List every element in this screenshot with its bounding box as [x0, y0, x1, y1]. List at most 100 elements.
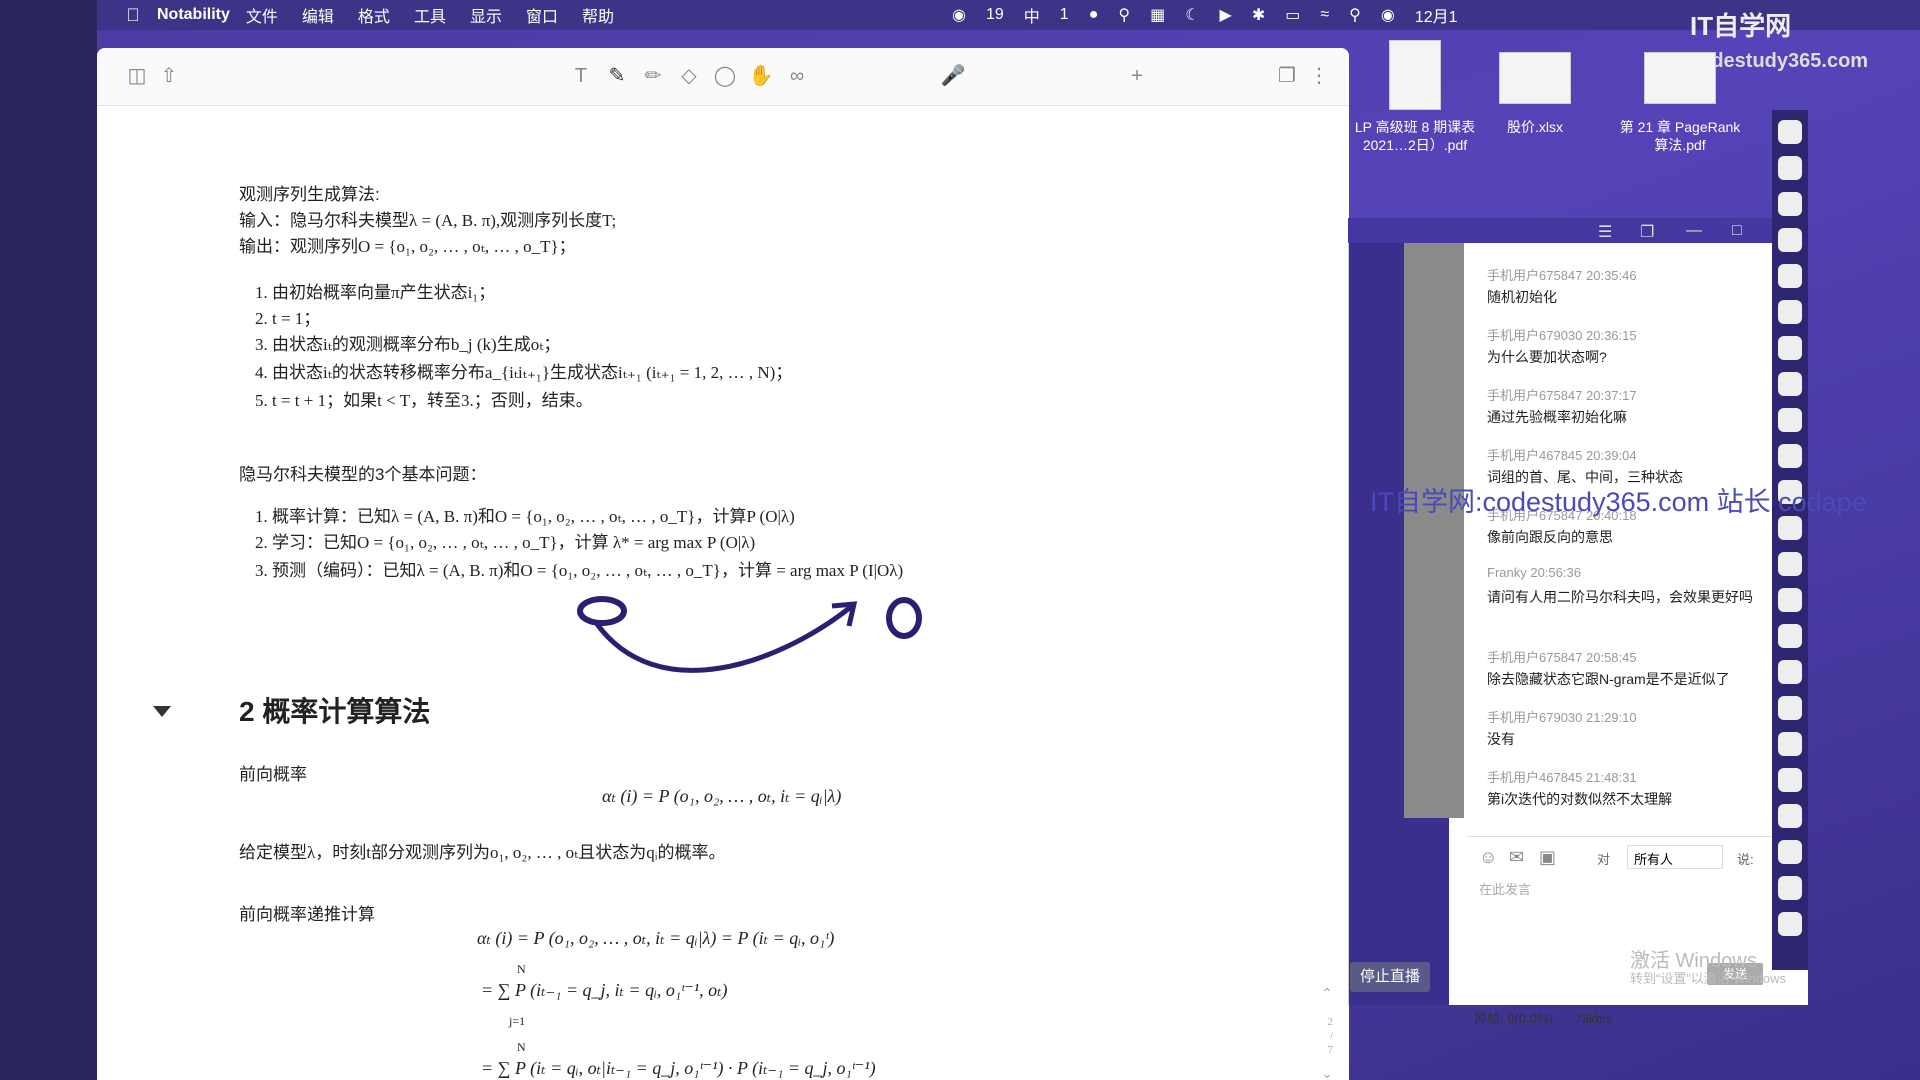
dock-app-icon[interactable] [1778, 876, 1802, 900]
dock-app-icon[interactable] [1778, 228, 1802, 252]
menu-edit[interactable]: 编辑 [302, 3, 334, 27]
spotlight-icon[interactable]: ⚲ [1349, 5, 1361, 25]
dock-app-icon[interactable] [1778, 408, 1802, 432]
ime-indicator[interactable]: 中 [1024, 3, 1040, 27]
pages-icon[interactable]: ❐ [1273, 62, 1301, 90]
dock-app-icon[interactable] [1778, 372, 1802, 396]
maximize-icon[interactable]: □ [1732, 222, 1742, 240]
dock-app-icon[interactable] [1778, 840, 1802, 864]
dock-app-icon[interactable] [1778, 732, 1802, 756]
scroll-down-icon[interactable]: ⌄ [1321, 1066, 1333, 1080]
bluetooth-icon[interactable]: ✱ [1252, 5, 1265, 25]
menu-help[interactable]: 帮助 [582, 3, 614, 27]
dock-app-icon[interactable] [1778, 336, 1802, 360]
menu-window[interactable]: 窗口 [526, 3, 558, 27]
watermark-overlay: IT自学网:codestudy365.com 站长 codape [1370, 487, 1867, 517]
note-page[interactable]: 观测序列生成算法: 输入：隐马尔科夫模型λ = (A, B. π),观测序列长度… [97, 106, 1349, 1080]
eraser-icon[interactable]: ◇ [675, 62, 703, 90]
chat-messages[interactable]: 手机用户675847 20:35:46 随机初始化 手机用户679030 20:… [1467, 243, 1797, 823]
sidebar-toggle-icon[interactable]: ◫ [123, 62, 151, 90]
activation-subtitle: 转到“设置”以激活 Windows [1630, 971, 1787, 986]
say-label: 说: [1737, 852, 1754, 867]
dock-app-icon[interactable] [1778, 804, 1802, 828]
chat-user: 手机用户679030 21:29:10 [1487, 710, 1637, 725]
menu-file[interactable]: 文件 [246, 3, 278, 27]
dock-app-icon[interactable] [1778, 120, 1802, 144]
chat-text: 第i次迭代的对数似然不太理解 [1487, 791, 1673, 807]
moon-icon[interactable]: ☾ [1185, 5, 1199, 25]
pen-tool-icon[interactable]: ✎ [603, 62, 631, 90]
chat-user: 手机用户675847 20:37:17 [1487, 388, 1637, 403]
add-icon[interactable]: + [1123, 62, 1151, 90]
restore-icon[interactable]: ❐ [1640, 222, 1654, 242]
emoji-icon[interactable]: ☺ [1479, 847, 1497, 868]
chat-input[interactable]: 在此发言 [1479, 879, 1531, 898]
comment-icon[interactable]: ✉ [1509, 847, 1524, 868]
menu-format[interactable]: 格式 [358, 3, 390, 27]
dock-app-icon[interactable] [1778, 768, 1802, 792]
image-icon[interactable]: ▣ [1539, 847, 1556, 868]
app-status-icon[interactable]: ● [1089, 6, 1099, 24]
problem-3: 3. 预测（编码）：已知λ = (A, B. π)和O = {o₁, o₂, …… [255, 561, 904, 580]
ink-arrowhead [831, 601, 858, 627]
apple-icon[interactable]:  [115, 5, 151, 26]
battery-icon[interactable]: ▭ [1285, 5, 1300, 25]
bitrate: 73kb/s [1574, 1011, 1613, 1026]
search-status-icon[interactable]: ⚲ [1118, 5, 1130, 25]
wechat-icon[interactable]: ◉ [952, 5, 966, 25]
chat-user: Franky 20:56:36 [1487, 565, 1581, 580]
recursion-label: 前向概率递推计算 [239, 905, 375, 924]
text-tool-icon[interactable]: T [567, 62, 595, 90]
chat-user: 手机用户679030 20:36:15 [1487, 328, 1637, 343]
forward-prob-equation: αₜ (i) = P (o₁, o₂, … , oₜ, iₜ = qᵢ|λ) [602, 786, 842, 806]
chat-user: 手机用户675847 20:35:46 [1487, 268, 1637, 283]
dock-app-icon[interactable] [1778, 696, 1802, 720]
lasso-icon[interactable]: ◯ [711, 62, 739, 90]
scroll-up-icon[interactable]: ⌃ [1321, 986, 1333, 1003]
dock-app-icon[interactable] [1778, 264, 1802, 288]
highlighter-icon[interactable]: ✏ [639, 62, 667, 90]
stop-live-button[interactable]: 停止直播 [1350, 962, 1430, 992]
desktop-file[interactable]: 第 21 章 PageRank 算法.pdf [1605, 40, 1755, 154]
minimize-icon[interactable]: — [1686, 222, 1702, 240]
page-total: 7 [1327, 1044, 1334, 1056]
pdf-thumbnail [1389, 40, 1441, 110]
menu-tools[interactable]: 工具 [414, 3, 446, 27]
dock-app-icon[interactable] [1778, 588, 1802, 612]
play-icon[interactable]: ▶ [1220, 5, 1232, 25]
ink-arrow [594, 604, 854, 673]
date: 12月1 [1414, 9, 1458, 26]
control-center-icon[interactable]: ◉ [1381, 5, 1395, 25]
collapse-triangle-icon[interactable] [153, 706, 171, 717]
link-icon[interactable]: ∞ [783, 62, 811, 90]
dock-app-icon[interactable] [1778, 660, 1802, 684]
dock-app-icon[interactable] [1778, 156, 1802, 180]
chat-text: 随机初始化 [1487, 289, 1557, 305]
dock-app-icon[interactable] [1778, 300, 1802, 324]
app-name[interactable]: Notability [157, 6, 230, 24]
menu-view[interactable]: 显示 [470, 3, 502, 27]
chat-text: 通过先验概率初始化嘛 [1487, 409, 1627, 425]
page-separator: / [1329, 1030, 1333, 1042]
menu-icon[interactable]: ☰ [1598, 222, 1612, 242]
microphone-icon[interactable]: 🎤 [939, 62, 967, 90]
problems-title: 隐马尔科夫模型的3个基本问题： [239, 465, 487, 484]
share-icon[interactable]: ⇧ [155, 62, 183, 90]
equation-line-2: = ∑ P (iₜ₋₁ = q_j, iₜ = qᵢ, o₁ᵗ⁻¹, oₜ) [481, 980, 728, 1000]
equation-line-3: = ∑ P (iₜ = qᵢ, oₜ|iₜ₋₁ = q_j, o₁ᵗ⁻¹) · … [481, 1058, 876, 1078]
dock-app-icon[interactable] [1778, 912, 1802, 936]
grid-icon[interactable]: ▦ [1150, 5, 1165, 25]
more-icon[interactable]: ⋮ [1305, 62, 1333, 90]
desktop-file[interactable]: 股价.xlsx [1460, 40, 1610, 136]
wifi-icon[interactable]: ≈ [1320, 6, 1329, 24]
dock-app-icon[interactable] [1778, 192, 1802, 216]
left-edge [0, 0, 97, 1080]
forward-prob-description: 给定模型λ，时刻t部分观测序列为o₁, o₂, … , oₜ且状态为qᵢ的概率。 [239, 843, 726, 862]
hand-tool-icon[interactable]: ✋ [747, 62, 775, 90]
dock-app-icon[interactable] [1778, 624, 1802, 648]
recipient-select[interactable]: 所有人 [1627, 845, 1723, 869]
dock-app-icon[interactable] [1778, 552, 1802, 576]
dock-app-icon[interactable] [1778, 444, 1802, 468]
file-name: 第 21 章 PageRank [1619, 119, 1741, 135]
dock-app-icon[interactable] [1778, 516, 1802, 540]
